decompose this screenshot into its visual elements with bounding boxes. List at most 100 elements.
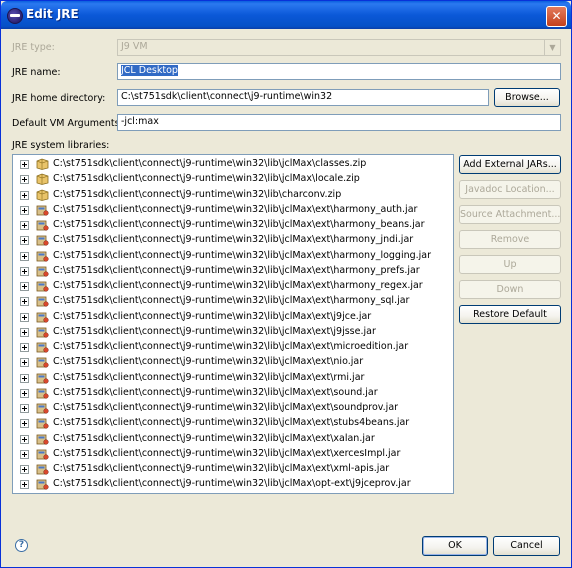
jar-file-icon [36,357,49,368]
jar-file-icon [36,373,49,384]
libraries-tree[interactable]: C:\st751sdk\client\connect\j9-runtime\wi… [12,154,454,494]
vm-args-label: Default VM Arguments: [12,118,123,129]
library-path: C:\st751sdk\client\connect\j9-runtime\wi… [53,188,342,200]
add-external-jars-button[interactable]: Add External JARs... [459,155,561,174]
library-path: C:\st751sdk\client\connect\j9-runtime\wi… [53,325,376,337]
jar-file-icon [36,418,49,429]
library-row[interactable]: C:\st751sdk\client\connect\j9-runtime\wi… [13,325,453,340]
expand-icon[interactable] [20,480,29,490]
library-row[interactable]: C:\st751sdk\client\connect\j9-runtime\wi… [13,371,453,386]
library-path: C:\st751sdk\client\connect\j9-runtime\wi… [53,417,410,429]
expand-icon[interactable] [20,373,29,383]
library-row[interactable]: C:\st751sdk\client\connect\j9-runtime\wi… [13,294,453,309]
javadoc-location-button[interactable]: Javadoc Location... [459,180,561,199]
library-row[interactable]: C:\st751sdk\client\connect\j9-runtime\wi… [13,172,453,187]
cancel-button[interactable]: Cancel [493,536,560,556]
library-path: C:\st751sdk\client\connect\j9-runtime\wi… [53,371,365,383]
expand-icon[interactable] [20,266,29,276]
jar-file-icon [36,251,49,262]
library-path: C:\st751sdk\client\connect\j9-runtime\wi… [53,295,410,307]
library-row[interactable]: C:\st751sdk\client\connect\j9-runtime\wi… [13,447,453,462]
library-row[interactable]: C:\st751sdk\client\connect\j9-runtime\wi… [13,188,453,203]
zip-archive-icon [36,173,49,186]
library-row[interactable]: C:\st751sdk\client\connect\j9-runtime\wi… [13,203,453,218]
home-dir-field[interactable]: C:\st751sdk\client\connect\j9-runtime\wi… [117,89,489,106]
library-path: C:\st751sdk\client\connect\j9-runtime\wi… [53,264,420,276]
library-path: C:\st751sdk\client\connect\j9-runtime\wi… [53,249,432,261]
expand-icon[interactable] [20,419,29,429]
expand-icon[interactable] [20,343,29,352]
browse-button[interactable]: Browse... [494,88,560,107]
up-button[interactable]: Up [459,255,561,274]
expand-icon[interactable] [20,221,29,230]
library-row[interactable]: C:\st751sdk\client\connect\j9-runtime\wi… [13,279,453,294]
close-button[interactable]: ✕ [546,6,567,27]
zip-archive-icon [36,158,49,170]
expand-icon[interactable] [20,175,29,185]
library-row[interactable]: C:\st751sdk\client\connect\j9-runtime\wi… [13,386,453,401]
library-path: C:\st751sdk\client\connect\j9-runtime\wi… [53,341,409,352]
library-row[interactable]: C:\st751sdk\client\connect\j9-runtime\wi… [13,432,453,447]
expand-icon[interactable] [20,251,29,261]
expand-icon[interactable] [20,190,29,200]
zip-archive-icon [36,189,49,201]
jre-name-field[interactable]: JCL Desktop [117,63,561,80]
expand-icon[interactable] [20,327,29,337]
expand-icon[interactable] [20,205,29,215]
jar-file-icon [36,403,49,414]
vm-args-field[interactable]: -jcl:max [117,114,561,131]
expand-icon[interactable] [20,297,29,307]
expand-icon[interactable] [20,388,29,398]
library-path: C:\st751sdk\client\connect\j9-runtime\wi… [53,173,360,185]
expand-icon[interactable] [20,160,29,169]
expand-icon[interactable] [20,404,29,413]
title-bar[interactable]: Edit JRE ✕ [1,1,571,29]
jar-file-icon [36,296,49,307]
restore-default-button[interactable]: Restore Default [459,305,561,324]
library-path: C:\st751sdk\client\connect\j9-runtime\wi… [53,203,418,215]
expand-icon[interactable] [20,434,29,444]
expand-icon[interactable] [20,282,29,291]
jar-file-icon [36,266,49,277]
library-path: C:\st751sdk\client\connect\j9-runtime\wi… [53,158,367,169]
jar-file-icon [36,342,49,353]
library-row[interactable]: C:\st751sdk\client\connect\j9-runtime\wi… [13,218,453,233]
jar-file-icon [36,464,49,475]
expand-icon[interactable] [20,449,29,459]
library-row[interactable]: C:\st751sdk\client\connect\j9-runtime\wi… [13,462,453,477]
library-row[interactable]: C:\st751sdk\client\connect\j9-runtime\wi… [13,264,453,279]
down-button[interactable]: Down [459,280,561,299]
expand-icon[interactable] [20,236,29,246]
help-icon[interactable]: ? [15,539,28,552]
library-row[interactable]: C:\st751sdk\client\connect\j9-runtime\wi… [13,249,453,264]
library-row[interactable]: C:\st751sdk\client\connect\j9-runtime\wi… [13,355,453,370]
library-row[interactable]: C:\st751sdk\client\connect\j9-runtime\wi… [13,157,453,172]
jre-type-label: JRE type: [12,42,55,53]
library-path: C:\st751sdk\client\connect\j9-runtime\wi… [53,402,399,413]
remove-button[interactable]: Remove [459,230,561,249]
jre-type-value: J9 VM [121,41,148,52]
library-path: C:\st751sdk\client\connect\j9-runtime\wi… [53,432,375,444]
library-row[interactable]: C:\st751sdk\client\connect\j9-runtime\wi… [13,310,453,325]
library-path: C:\st751sdk\client\connect\j9-runtime\wi… [53,463,390,474]
library-path: C:\st751sdk\client\connect\j9-runtime\wi… [53,447,401,459]
jar-file-icon [36,449,49,460]
jar-file-icon [36,235,49,246]
dialog-title: Edit JRE [26,7,79,21]
jar-file-icon [36,388,49,399]
library-row[interactable]: C:\st751sdk\client\connect\j9-runtime\wi… [13,340,453,355]
library-row[interactable]: C:\st751sdk\client\connect\j9-runtime\wi… [13,416,453,431]
ok-button[interactable]: OK [422,536,488,556]
library-row[interactable]: C:\st751sdk\client\connect\j9-runtime\wi… [13,401,453,416]
jre-name-label: JRE name: [12,67,61,78]
jar-file-icon [36,281,49,292]
edit-jre-dialog: Edit JRE ✕ JRE type: J9 VM ▼ JRE name: J… [0,0,572,568]
source-attachment-button[interactable]: Source Attachment... [459,205,561,224]
expand-icon[interactable] [20,358,29,368]
library-path: C:\st751sdk\client\connect\j9-runtime\wi… [53,219,425,230]
library-path: C:\st751sdk\client\connect\j9-runtime\wi… [53,310,372,322]
expand-icon[interactable] [20,465,29,474]
expand-icon[interactable] [20,312,29,322]
library-row[interactable]: C:\st751sdk\client\connect\j9-runtime\wi… [13,233,453,248]
library-row[interactable]: C:\st751sdk\client\connect\j9-runtime\wi… [13,477,453,492]
